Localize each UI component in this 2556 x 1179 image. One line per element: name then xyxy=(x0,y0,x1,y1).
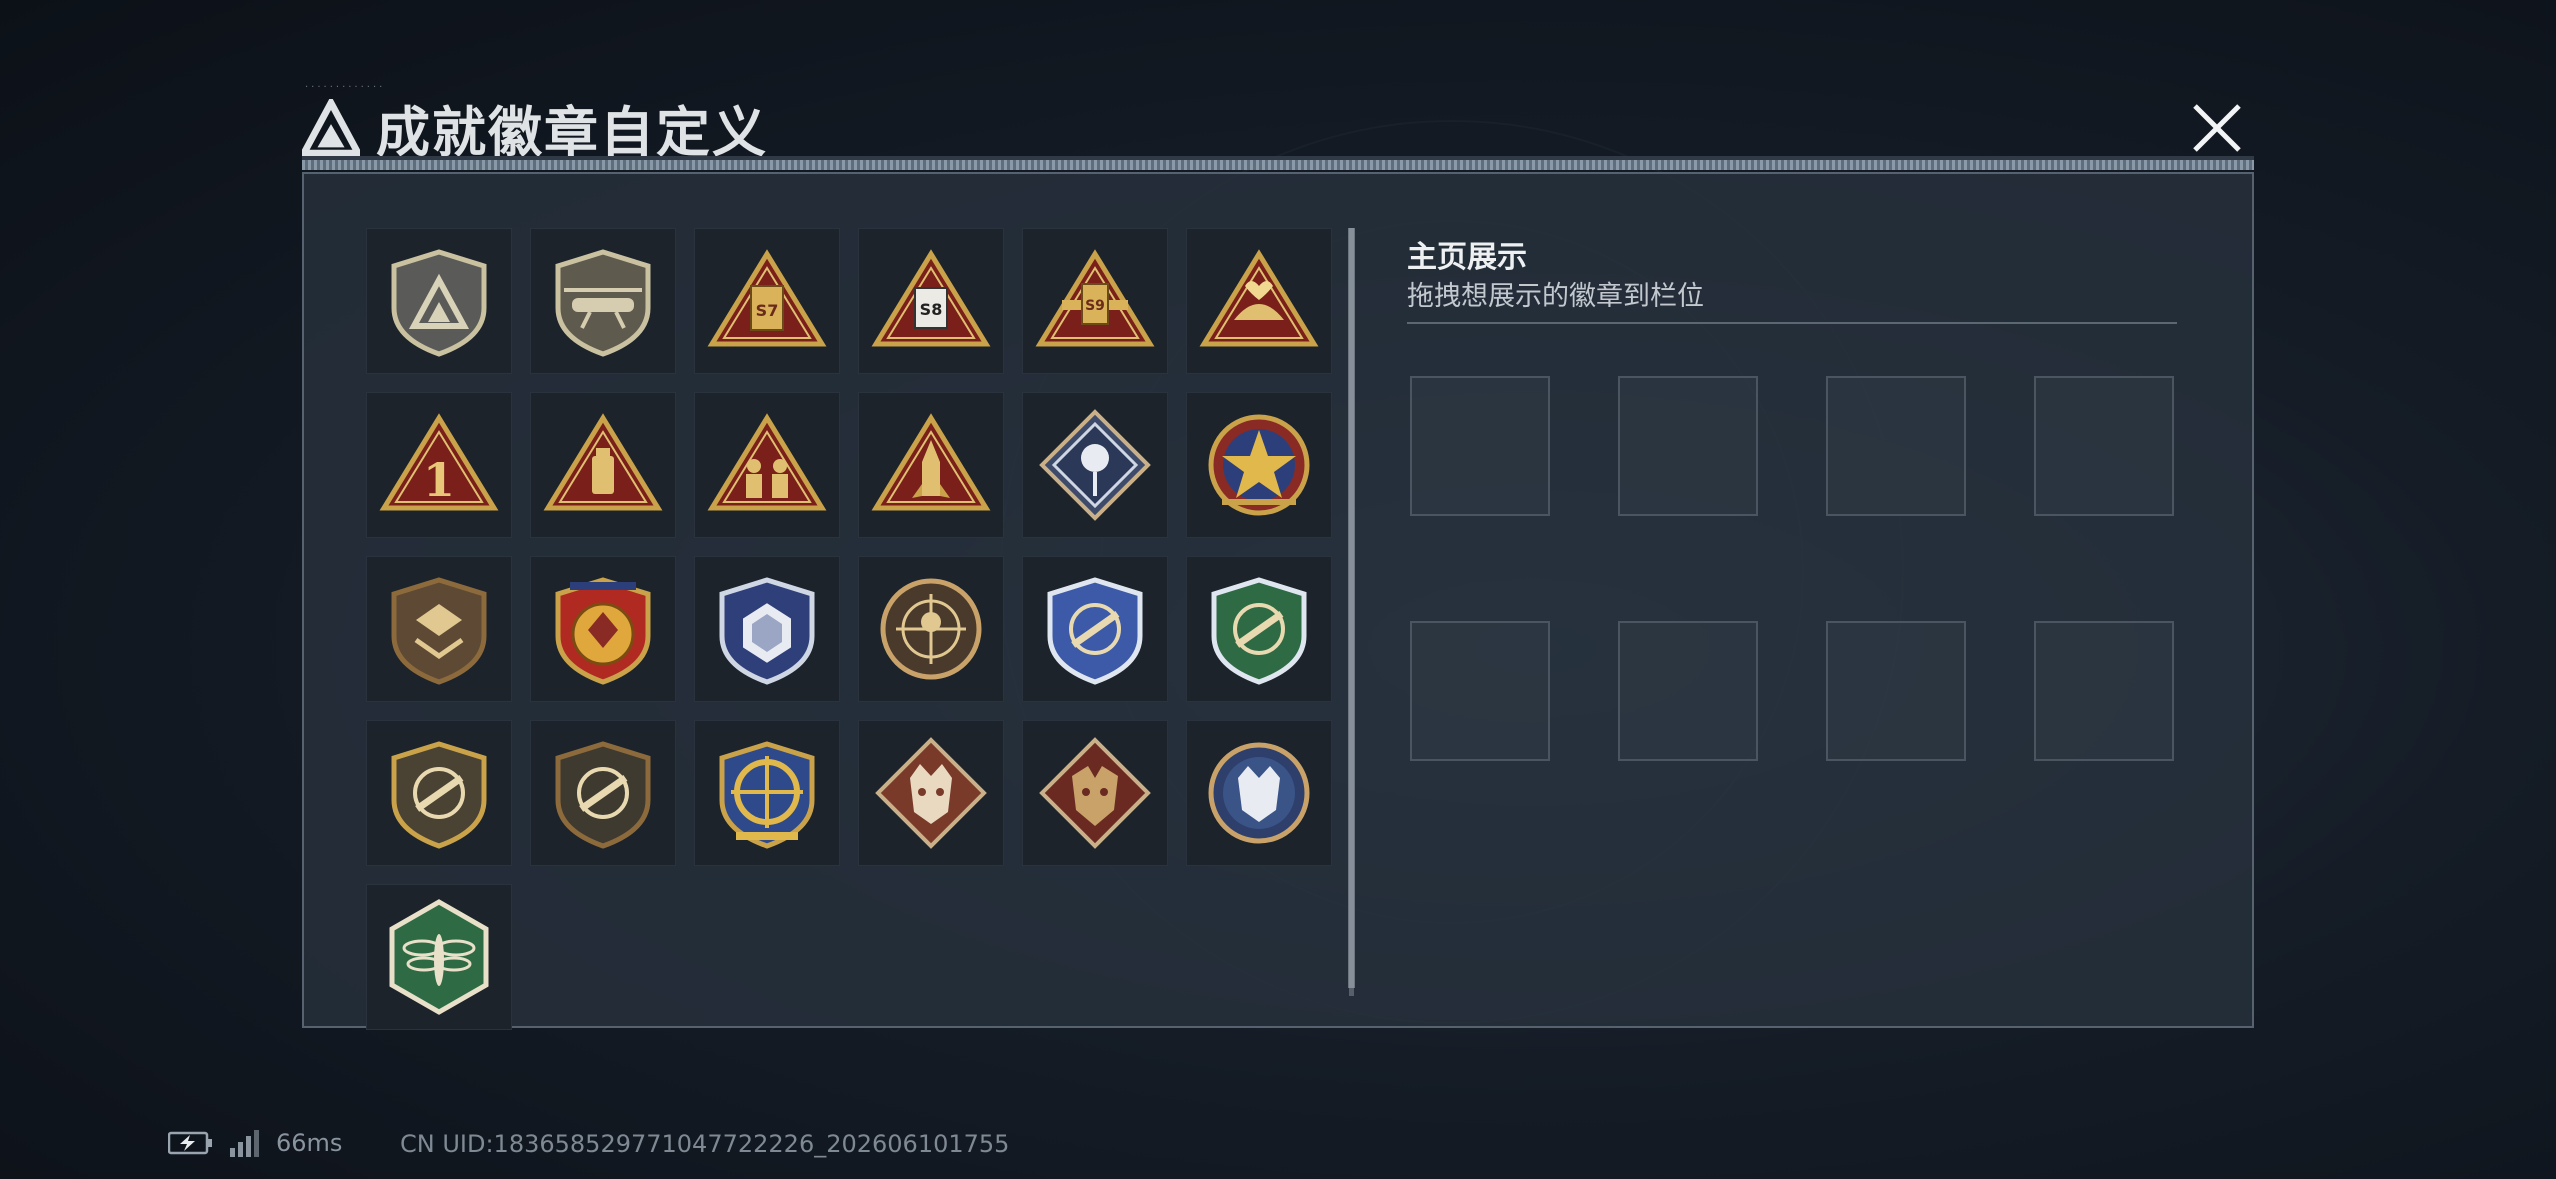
bronze-rifle-shield-badge-icon xyxy=(555,741,651,849)
svg-text:S9: S9 xyxy=(1085,298,1105,314)
showcase-subtitle: 拖拽想展示的徽章到栏位 xyxy=(1407,281,1704,312)
badge-scrollbar-thumb[interactable] xyxy=(1348,228,1355,988)
blue-dice-shield-badge[interactable] xyxy=(694,556,840,702)
heart-triangle-badge-icon xyxy=(1199,249,1319,347)
gold-rifle-shield-badge-icon xyxy=(391,741,487,849)
dragonfly-hexagon-badge-icon xyxy=(389,899,489,1015)
blue-rifle-shield-badge[interactable] xyxy=(1022,556,1168,702)
soldiers-triangle-badge-icon xyxy=(707,413,827,511)
blue-target-shield-badge[interactable] xyxy=(694,720,840,866)
delta-logo-icon xyxy=(302,98,360,157)
gold-rifle-shield-badge[interactable] xyxy=(366,720,512,866)
showcase-divider xyxy=(1407,322,2177,324)
rank-one-triangle-badge[interactable]: 1 xyxy=(366,392,512,538)
s8-triangle-badge-icon: S8 xyxy=(871,249,991,347)
season-shield-badge-icon xyxy=(391,249,487,357)
wolf-diamond-badge[interactable] xyxy=(858,720,1004,866)
s9-triangle-badge-icon: S9 xyxy=(1035,249,1155,347)
gold-emblem-shield-badge[interactable] xyxy=(530,556,676,702)
player-uid: CN UID:183658529771047722226_20260610175… xyxy=(400,1130,1010,1158)
green-rifle-shield-badge-icon xyxy=(1211,577,1307,685)
showcase-slot[interactable] xyxy=(1618,621,1758,761)
showcase-slot[interactable] xyxy=(1410,376,1550,516)
dragonfly-hexagon-badge[interactable] xyxy=(366,884,512,1030)
wolf-diamond-badge-icon xyxy=(875,737,987,849)
gold-emblem-shield-badge-icon xyxy=(555,577,651,685)
close-icon xyxy=(2193,104,2241,152)
close-button[interactable] xyxy=(2185,96,2249,160)
helicopter-shield-badge[interactable] xyxy=(530,228,676,374)
usb-triangle-badge[interactable] xyxy=(530,392,676,538)
status-bar: 66ms xyxy=(168,1128,342,1158)
s7-triangle-badge-icon: S7 xyxy=(707,249,827,347)
blue-rifle-shield-badge-icon xyxy=(1047,577,1143,685)
star-medal-badge-icon xyxy=(1208,414,1310,516)
ping-value: 66ms xyxy=(276,1129,343,1157)
sniper-round-badge[interactable] xyxy=(858,556,1004,702)
usb-triangle-badge-icon xyxy=(543,413,663,511)
svg-text:S7: S7 xyxy=(756,301,779,320)
bronze-rifle-shield-badge[interactable] xyxy=(530,720,676,866)
signal-icon xyxy=(230,1130,259,1157)
dragon-diamond-badge[interactable] xyxy=(1022,720,1168,866)
showcase-slot[interactable] xyxy=(2034,376,2174,516)
svg-text:S8: S8 xyxy=(920,300,943,319)
bronze-emblem-shield-badge-icon xyxy=(391,577,487,685)
blue-dice-shield-badge-icon xyxy=(719,577,815,685)
battery-charging-icon xyxy=(168,1131,212,1155)
heart-triangle-badge[interactable] xyxy=(1186,228,1332,374)
s7-triangle-badge[interactable]: S7 xyxy=(694,228,840,374)
bronze-emblem-shield-badge[interactable] xyxy=(366,556,512,702)
showcase-slot[interactable] xyxy=(1410,621,1550,761)
showcase-heading: 主页展示 xyxy=(1407,240,1527,275)
wolf-round-badge[interactable] xyxy=(1186,720,1332,866)
showcase-slot[interactable] xyxy=(1826,376,1966,516)
rose-diamond-badge-icon xyxy=(1039,409,1151,521)
s8-triangle-badge[interactable]: S8 xyxy=(858,228,1004,374)
sniper-round-badge-icon xyxy=(880,578,982,680)
svg-text:1: 1 xyxy=(423,453,455,507)
rank-one-triangle-badge-icon: 1 xyxy=(379,413,499,511)
season-shield-badge[interactable] xyxy=(366,228,512,374)
rocket-triangle-badge-icon xyxy=(871,413,991,511)
showcase-slot[interactable] xyxy=(1618,376,1758,516)
showcase-slot[interactable] xyxy=(2034,621,2174,761)
rocket-triangle-badge[interactable] xyxy=(858,392,1004,538)
s9-triangle-badge[interactable]: S9 xyxy=(1022,228,1168,374)
helicopter-shield-badge-icon xyxy=(555,249,651,357)
wolf-round-badge-icon xyxy=(1208,742,1310,844)
star-medal-badge[interactable] xyxy=(1186,392,1332,538)
blue-target-shield-badge-icon xyxy=(719,741,815,849)
dragon-diamond-badge-icon xyxy=(1039,737,1151,849)
showcase-slot[interactable] xyxy=(1826,621,1966,761)
rose-diamond-badge[interactable] xyxy=(1022,392,1168,538)
green-rifle-shield-badge[interactable] xyxy=(1186,556,1332,702)
title-divider xyxy=(302,160,2254,170)
soldiers-triangle-badge[interactable] xyxy=(694,392,840,538)
